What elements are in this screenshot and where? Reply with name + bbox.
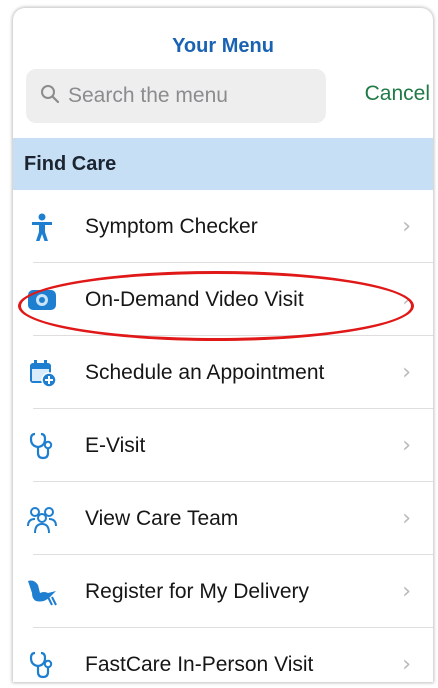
cancel-button[interactable]: Cancel (365, 82, 430, 106)
stork-icon (25, 577, 59, 607)
menu-item-label: E-Visit (85, 433, 146, 457)
menu-header: Your Menu Cancel (13, 8, 433, 138)
stethoscope-icon (25, 650, 59, 680)
menu-panel: Your Menu Cancel Find Care Symptom Check… (13, 8, 433, 682)
chevron-right-icon: › (402, 652, 411, 677)
menu-item-symptom-checker[interactable]: Symptom Checker › (13, 190, 433, 263)
menu-item-label: Symptom Checker (85, 214, 258, 238)
chevron-right-icon: › (402, 287, 411, 312)
chevron-right-icon: › (402, 360, 411, 385)
menu-list: Symptom Checker › On-Demand Video Visit … (13, 190, 433, 682)
menu-item-e-visit[interactable]: E-Visit › (13, 409, 433, 482)
menu-item-label: View Care Team (85, 506, 239, 530)
menu-item-label: On-Demand Video Visit (85, 287, 304, 311)
chevron-right-icon: › (402, 579, 411, 604)
search-input[interactable] (68, 84, 308, 108)
chevron-right-icon: › (402, 214, 411, 239)
chevron-right-icon: › (402, 433, 411, 458)
person-icon (25, 212, 59, 242)
menu-item-schedule-appointment[interactable]: Schedule an Appointment › (13, 336, 433, 409)
menu-title: Your Menu (172, 35, 274, 57)
video-camera-icon (25, 285, 59, 315)
stethoscope-icon (25, 431, 59, 461)
search-icon (40, 84, 60, 109)
menu-item-label: FastCare In-Person Visit (85, 652, 314, 676)
chevron-right-icon: › (402, 506, 411, 531)
menu-item-label: Schedule an Appointment (85, 360, 325, 384)
search-bar[interactable] (26, 69, 326, 123)
section-header-find-care: Find Care (13, 138, 433, 190)
calendar-add-icon (25, 358, 59, 388)
menu-item-register-delivery[interactable]: Register for My Delivery › (13, 555, 433, 628)
menu-item-label: Register for My Delivery (85, 579, 310, 603)
care-team-icon (25, 504, 59, 534)
menu-item-view-care-team[interactable]: View Care Team › (13, 482, 433, 555)
menu-item-on-demand-video-visit[interactable]: On-Demand Video Visit › (13, 263, 433, 336)
menu-item-fastcare-visit[interactable]: FastCare In-Person Visit › (13, 628, 433, 682)
